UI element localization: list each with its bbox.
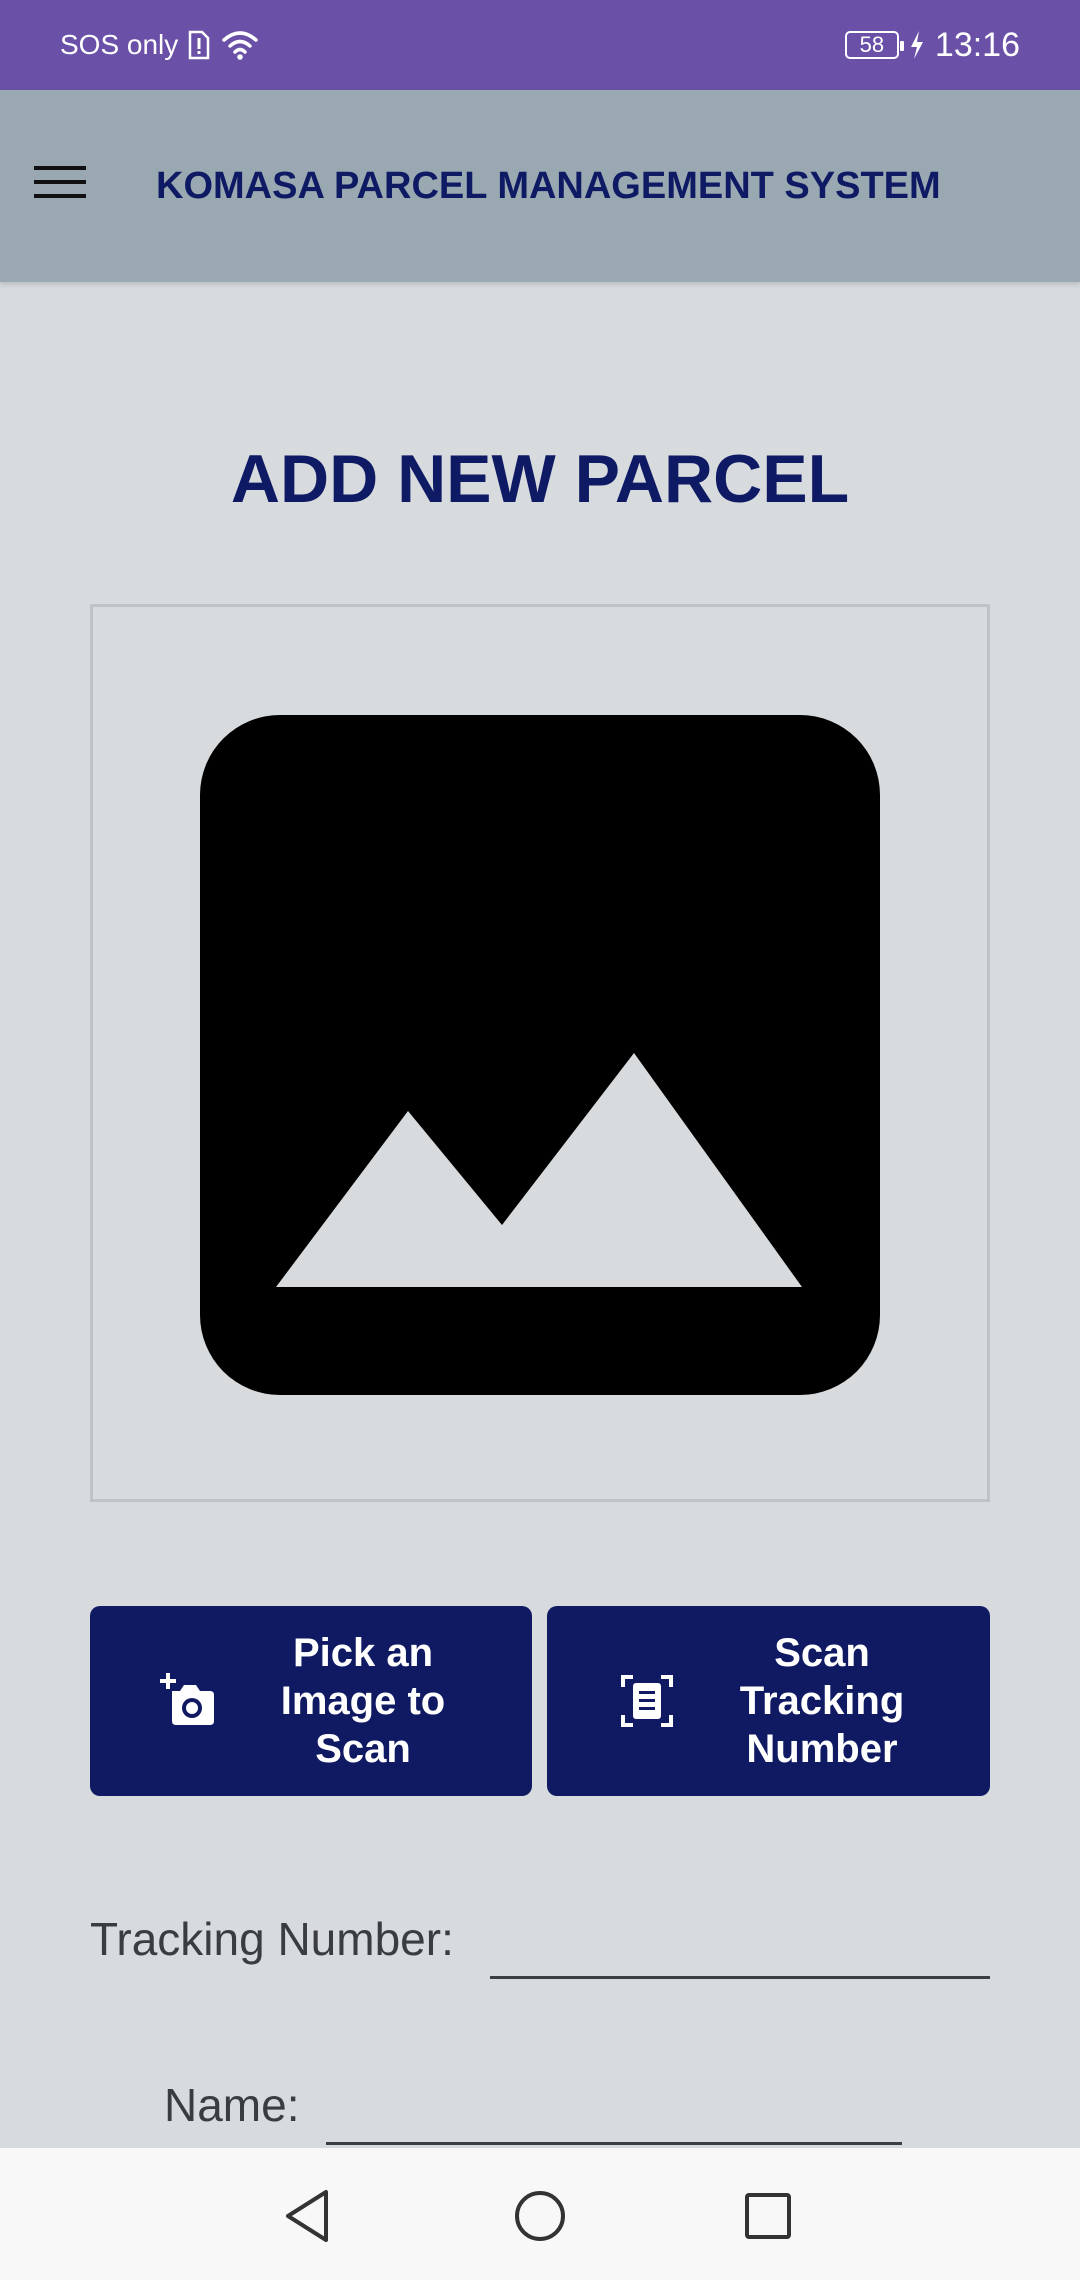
tracking-number-input[interactable] — [490, 1900, 990, 1978]
status-bar: SOS only 58 13:16 — [0, 0, 1080, 90]
clock: 13:16 — [934, 25, 1020, 64]
battery-icon: 58 — [844, 31, 904, 59]
document-scanner-icon — [621, 1675, 673, 1727]
pick-image-label: Pick an Image to Scan — [280, 1631, 446, 1771]
app-title: KOMASA PARCEL MANAGEMENT SYSTEM — [156, 164, 941, 207]
image-placeholder-icon — [200, 715, 880, 1395]
page-title: ADD NEW PARCEL — [230, 441, 850, 517]
name-label: Name: — [164, 2079, 300, 2131]
navigation-bar — [0, 2148, 1080, 2280]
menu-button[interactable] — [28, 150, 92, 214]
status-left: SOS only — [60, 0, 260, 90]
name-underline — [326, 2142, 902, 2145]
recents-square-icon[interactable] — [736, 2184, 800, 2248]
home-circle-icon[interactable] — [508, 2184, 572, 2248]
sim-alert-icon — [189, 30, 210, 60]
hamburger-menu-icon — [34, 166, 86, 198]
charging-bolt-icon — [910, 31, 923, 59]
pick-image-button[interactable]: Pick an Image to Scan — [90, 1606, 532, 1796]
add-photo-camera-icon — [160, 1673, 214, 1725]
back-triangle-icon[interactable] — [276, 2184, 340, 2248]
scan-tracking-label: Scan Tracking Number — [739, 1631, 905, 1771]
carrier-text: SOS only — [60, 29, 179, 60]
name-input[interactable] — [326, 2066, 902, 2142]
tracking-number-underline — [490, 1976, 990, 1979]
status-right: 58 13:16 — [844, 0, 1020, 90]
app-bar: KOMASA PARCEL MANAGEMENT SYSTEM — [0, 90, 1080, 282]
scan-tracking-button[interactable]: Scan Tracking Number — [547, 1606, 990, 1796]
battery-level: 58 — [859, 32, 885, 57]
tracking-number-label: Tracking Number: — [90, 1913, 454, 1965]
wifi-icon — [222, 31, 259, 60]
